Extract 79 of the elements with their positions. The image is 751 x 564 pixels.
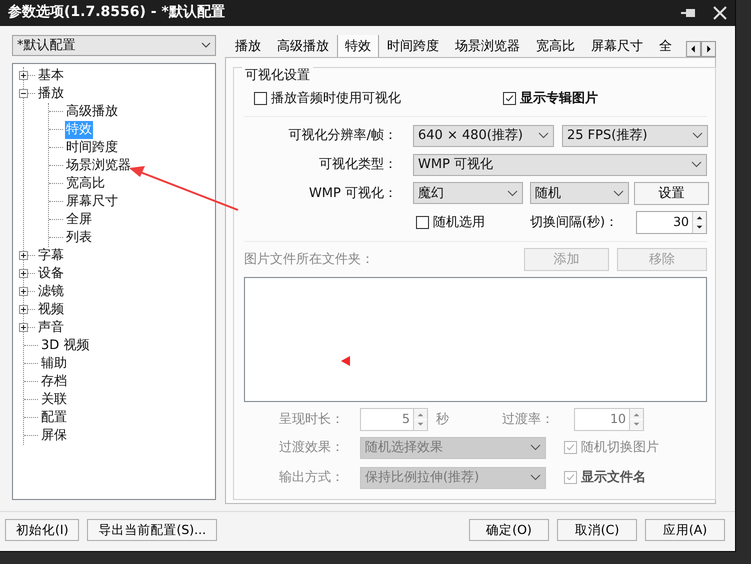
expand-icon[interactable] [19, 323, 28, 332]
tree-item[interactable]: 辅助 [40, 354, 68, 373]
tree-item[interactable]: 宽高比 [65, 174, 106, 193]
close-icon[interactable] [713, 6, 727, 20]
triangle-marker-icon [341, 356, 350, 366]
tree-item[interactable]: 声音 [37, 318, 65, 337]
field-label: 切换间隔(秒)： [530, 214, 620, 232]
chevron-icon[interactable] [201, 42, 211, 48]
tab[interactable]: 屏幕尺寸 [583, 34, 651, 57]
expand-icon[interactable] [19, 251, 28, 260]
tab[interactable]: 场景浏览器 [447, 34, 528, 57]
tree-item[interactable]: 设备 [37, 264, 65, 283]
checkbox[interactable] [416, 216, 429, 229]
dropdown[interactable]: WMP 可视化 [413, 154, 707, 176]
tab[interactable]: 时间跨度 [379, 34, 447, 57]
tab[interactable]: 高级播放 [269, 34, 337, 57]
tree-item[interactable]: 存档 [40, 372, 68, 391]
tab[interactable]: 播放 [227, 34, 269, 57]
dialog-button[interactable]: 导出当前配置(S)... [87, 519, 218, 542]
chevron-icon[interactable] [613, 190, 624, 197]
settings-button[interactable]: 设置 [634, 182, 709, 205]
field-label: 可视化分辨率/帧： [288, 127, 398, 146]
tree-item[interactable]: 字幕 [37, 246, 65, 265]
tab[interactable]: 特效 [337, 34, 379, 57]
chevron-icon[interactable] [538, 132, 549, 140]
dialog-button[interactable]: 确定(O) [469, 519, 549, 542]
tree-item[interactable]: 基本 [37, 66, 65, 85]
dropdown[interactable]: 魔幻 [413, 182, 523, 204]
checkbox-label: 随机切换图片 [581, 439, 659, 458]
field-label: 秒 [436, 410, 450, 429]
expand-icon[interactable] [19, 269, 28, 278]
chevron-icon[interactable] [692, 132, 703, 140]
expand-icon[interactable] [19, 287, 28, 296]
dropdown[interactable]: 随机 [530, 182, 629, 204]
field-label: 可视化类型： [318, 156, 398, 174]
pin-icon[interactable] [681, 6, 697, 19]
tree-item[interactable]: 关联 [40, 390, 68, 409]
tree-item[interactable]: 视频 [37, 300, 65, 319]
tree-item[interactable]: 列表 [65, 228, 93, 247]
checkbox-label: 显示文件名 [581, 468, 646, 488]
dropdown[interactable]: 640 × 480(推荐) [413, 124, 554, 147]
checkbox[interactable] [254, 92, 267, 106]
tree-item[interactable]: 屏幕尺寸 [65, 192, 119, 211]
field-label: 输出方式： [278, 469, 345, 488]
tab[interactable]: 宽高比 [528, 34, 583, 57]
dialog-button[interactable]: 初始化(I) [5, 519, 80, 542]
tree-item[interactable]: 全屏 [65, 210, 93, 229]
dialog-button[interactable]: 取消(C) [557, 519, 637, 542]
scroll-right-icon[interactable] [701, 40, 716, 57]
tree-item[interactable]: 场景浏览器 [65, 156, 132, 175]
tree-item[interactable]: 高级播放 [65, 102, 119, 121]
expand-icon[interactable] [19, 305, 28, 314]
chevron-icon[interactable] [691, 161, 702, 168]
checkbox-label: 显示专辑图片 [520, 90, 598, 108]
field-label: 过渡率： [502, 410, 555, 429]
dialog-button[interactable]: 应用(A) [645, 519, 725, 542]
number-spinner[interactable]: 30 [636, 210, 707, 234]
tree-item[interactable]: 3D 视频 [40, 336, 90, 355]
window-title: 参数选项(1.7.8556) - *默认配置 [8, 3, 226, 22]
tree-item[interactable]: 滤镜 [37, 282, 65, 301]
tree-item[interactable]: 时间跨度 [65, 138, 119, 157]
expand-icon[interactable] [19, 71, 28, 80]
dropdown[interactable]: 25 FPS(推荐) [562, 124, 708, 147]
tree-item[interactable]: 播放 [37, 84, 65, 103]
field-label: 呈现时长： [278, 410, 345, 429]
tree-item[interactable]: 屏保 [40, 426, 68, 445]
checkbox-label: 播放音频时使用可视化 [271, 90, 401, 108]
field-label: WMP 可视化： [308, 184, 398, 203]
tree-item[interactable]: 配置 [40, 408, 68, 427]
collapse-icon[interactable] [19, 89, 28, 98]
chevron-icon[interactable] [507, 190, 518, 197]
checkbox[interactable] [503, 92, 516, 106]
field-label: 图片文件所在文件夹： [244, 250, 375, 269]
scroll-left-icon[interactable] [686, 40, 701, 57]
checkbox-label: 随机选用 [433, 214, 485, 232]
tab[interactable]: 全 [651, 34, 680, 57]
profile-dropdown[interactable]: *默认配置 [12, 34, 216, 56]
field-label: 过渡效果： [278, 439, 345, 458]
file-list[interactable] [244, 276, 707, 402]
